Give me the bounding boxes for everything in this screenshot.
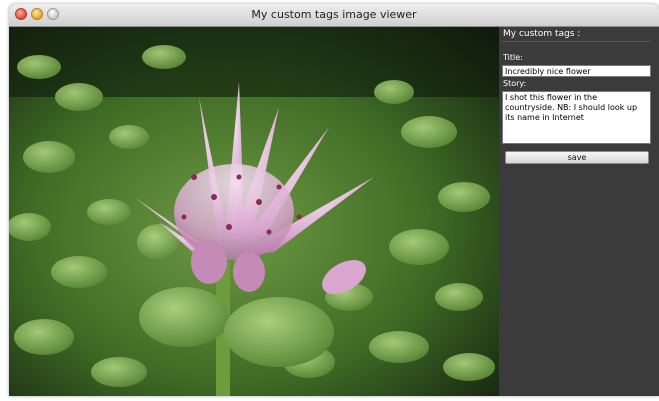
title-bar[interactable]: My custom tags image viewer [9, 4, 659, 27]
save-button[interactable]: save [505, 151, 649, 164]
story-textarea[interactable]: I shot this flower in the countryside. N… [502, 91, 651, 144]
title-label: Title: [503, 53, 523, 62]
main-content: My custom tags : Title: Incredibly nice … [9, 27, 659, 396]
flower-photo [9, 27, 499, 396]
image-viewer [9, 27, 499, 396]
title-input[interactable]: Incredibly nice flower [502, 65, 651, 77]
app-window: My custom tags image viewer My custom ta… [9, 4, 659, 396]
panel-header: My custom tags : [501, 29, 651, 42]
tags-panel: My custom tags : Title: Incredibly nice … [499, 27, 659, 396]
story-label: Story: [503, 79, 527, 88]
window-title: My custom tags image viewer [251, 8, 417, 21]
